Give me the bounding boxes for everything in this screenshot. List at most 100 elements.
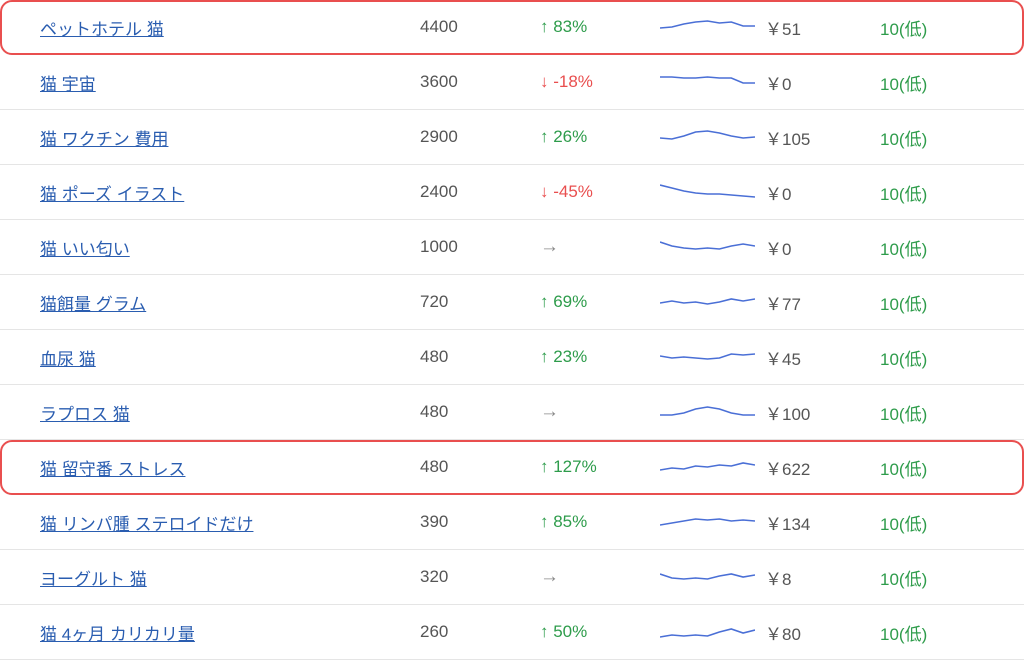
sparkline-cell (660, 564, 765, 590)
keyword-cell: ラプロス 猫 (0, 400, 420, 425)
keyword-link[interactable]: 猫 ワクチン 費用 (40, 130, 168, 149)
volume-cell: 2400 (420, 182, 540, 202)
keyword-cell: 猫 リンパ腫 ステロイドだけ (0, 510, 420, 535)
change-cell: ↑ 83% (540, 17, 660, 37)
keyword-link[interactable]: 猫 留守番 ストレス (40, 460, 185, 479)
cpc-cell: ￥622 (765, 455, 880, 480)
sparkline-chart (660, 344, 755, 370)
sparkline-chart (660, 619, 755, 645)
table-row: 猫 4ヶ月 カリカリ量 260↑ 50% ￥8010(低) (0, 605, 1024, 660)
keyword-link[interactable]: 猫 いい匂い (40, 240, 130, 259)
keyword-cell: 猫 いい匂い (0, 235, 420, 260)
table-row: ラプロス 猫 480→ ￥10010(低) (0, 385, 1024, 440)
volume-cell: 3600 (420, 72, 540, 92)
table-row: 猫 ワクチン 費用2900↑ 26%￥10510(低) (0, 110, 1024, 165)
keyword-cell: ペットホテル 猫 (0, 15, 420, 40)
keyword-link[interactable]: 血尿 猫 (40, 350, 96, 369)
cpc-cell: ￥51 (765, 15, 880, 40)
sparkline-chart (660, 179, 755, 205)
cpc-cell: ￥45 (765, 345, 880, 370)
keyword-link[interactable]: 猫餌量 グラム (40, 295, 146, 314)
change-cell: → (540, 566, 660, 588)
sparkline-cell (660, 179, 765, 205)
change-cell: ↑ 85% (540, 512, 660, 532)
change-cell: → (540, 401, 660, 423)
competition-cell: 10(低) (880, 345, 990, 370)
keyword-cell: 猫 宇宙 (0, 70, 420, 95)
keyword-cell: 猫 4ヶ月 カリカリ量 (0, 620, 420, 645)
table-row: 猫 いい匂い1000→￥010(低) (0, 220, 1024, 275)
keyword-link[interactable]: 猫 ポーズ イラスト (40, 185, 184, 204)
sparkline-chart (660, 14, 755, 40)
sparkline-chart (660, 454, 755, 480)
sparkline-cell (660, 234, 765, 260)
cpc-cell: ￥100 (765, 400, 880, 425)
volume-cell: 480 (420, 457, 540, 477)
cpc-cell: ￥77 (765, 290, 880, 315)
volume-cell: 260 (420, 622, 540, 642)
keyword-cell: 猫 ポーズ イラスト (0, 180, 420, 205)
keyword-link[interactable]: ペットホテル 猫 (40, 20, 164, 39)
sparkline-cell (660, 289, 765, 315)
sparkline-chart (660, 399, 755, 425)
volume-cell: 4400 (420, 17, 540, 37)
sparkline-cell (660, 14, 765, 40)
cpc-cell: ￥105 (765, 125, 880, 150)
volume-cell: 390 (420, 512, 540, 532)
table-row: 猫餌量 グラム720↑ 69%￥7710(低) (0, 275, 1024, 330)
table-row: ヨーグルト 猫 320→ ￥810(低) (0, 550, 1024, 605)
change-cell: ↑ 69% (540, 292, 660, 312)
sparkline-cell (660, 454, 765, 480)
sparkline-cell (660, 344, 765, 370)
sparkline-chart (660, 234, 755, 260)
keyword-link[interactable]: 猫 4ヶ月 カリカリ量 (40, 625, 195, 644)
keyword-cell: 猫餌量 グラム (0, 290, 420, 315)
competition-cell: 10(低) (880, 510, 990, 535)
keyword-cell: ヨーグルト 猫 (0, 565, 420, 590)
cpc-cell: ￥80 (765, 620, 880, 645)
competition-cell: 10(低) (880, 565, 990, 590)
competition-cell: 10(低) (880, 235, 990, 260)
table-row: 血尿 猫 480↑ 23% ￥4510(低) (0, 330, 1024, 385)
keyword-link[interactable]: ラプロス 猫 (40, 405, 130, 424)
volume-cell: 480 (420, 347, 540, 367)
table-row: 猫 留守番 ストレス 480↑ 127% ￥62210(低) (0, 440, 1024, 495)
sparkline-cell (660, 509, 765, 535)
keyword-link[interactable]: ヨーグルト 猫 (40, 570, 147, 589)
sparkline-cell (660, 69, 765, 95)
sparkline-cell (660, 619, 765, 645)
cpc-cell: ￥134 (765, 510, 880, 535)
keyword-cell: 猫 ワクチン 費用 (0, 125, 420, 150)
change-cell: ↓ -18% (540, 72, 660, 92)
competition-cell: 10(低) (880, 15, 990, 40)
cpc-cell: ￥0 (765, 180, 880, 205)
cpc-cell: ￥0 (765, 235, 880, 260)
sparkline-cell (660, 399, 765, 425)
change-cell: ↑ 50% (540, 622, 660, 642)
sparkline-chart (660, 69, 755, 95)
competition-cell: 10(低) (880, 400, 990, 425)
table-row: 猫 ポーズ イラスト2400↓ -45%￥010(低) (0, 165, 1024, 220)
competition-cell: 10(低) (880, 70, 990, 95)
volume-cell: 2900 (420, 127, 540, 147)
competition-cell: 10(低) (880, 620, 990, 645)
sparkline-chart (660, 289, 755, 315)
change-cell: ↑ 26% (540, 127, 660, 147)
keyword-cell: 猫 留守番 ストレス (0, 455, 420, 480)
sparkline-chart (660, 509, 755, 535)
volume-cell: 1000 (420, 237, 540, 257)
competition-cell: 10(低) (880, 180, 990, 205)
volume-cell: 320 (420, 567, 540, 587)
table-row: 猫 宇宙 3600↓ -18% ￥010(低) (0, 55, 1024, 110)
keyword-link[interactable]: 猫 宇宙 (40, 75, 96, 94)
change-cell: ↑ 23% (540, 347, 660, 367)
competition-cell: 10(低) (880, 455, 990, 480)
keyword-cell: 血尿 猫 (0, 345, 420, 370)
cpc-cell: ￥0 (765, 70, 880, 95)
cpc-cell: ￥8 (765, 565, 880, 590)
keyword-link[interactable]: 猫 リンパ腫 ステロイドだけ (40, 515, 253, 534)
change-cell: ↑ 127% (540, 457, 660, 477)
volume-cell: 480 (420, 402, 540, 422)
sparkline-cell (660, 124, 765, 150)
keyword-table: ペットホテル 猫4400↑ 83%￥5110(低)猫 宇宙3600↓ -18%￥… (0, 0, 1024, 660)
